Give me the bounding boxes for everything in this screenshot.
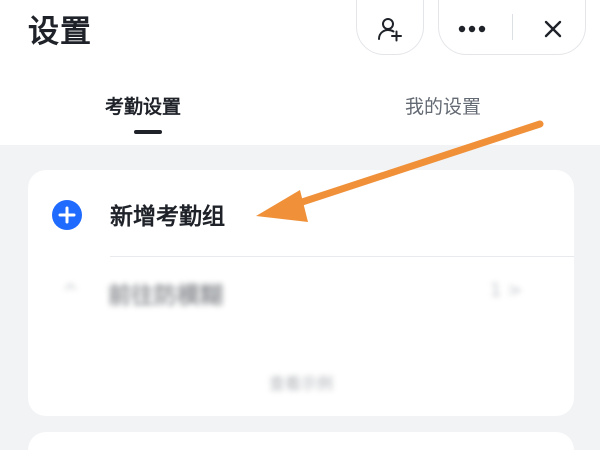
next-card: [28, 432, 574, 450]
blurred-item-label: 前往防模糊: [108, 283, 223, 309]
add-member-button[interactable]: [365, 9, 415, 49]
more-button[interactable]: [447, 9, 497, 49]
blurred-item-count: 1 >: [490, 280, 523, 301]
blurred-footer-link[interactable]: 查看示例: [28, 370, 574, 394]
settings-screen: 设置 考勤设置 我的设置 新增考勤组 ^ 前往防模糊 1 > 查看示例: [0, 0, 600, 450]
add-member-capsule: [356, 0, 424, 55]
more-dots-icon: [458, 25, 485, 33]
chevron-up-icon: ^: [62, 280, 79, 304]
capsule-divider: [511, 14, 513, 40]
close-button[interactable]: [528, 9, 578, 49]
add-person-icon: [378, 18, 402, 42]
add-attendance-group-row[interactable]: 新增考勤组: [28, 170, 574, 256]
tab-my-settings[interactable]: 我的设置: [405, 92, 481, 119]
active-tab-indicator: [134, 130, 162, 134]
blurred-list-item[interactable]: ^ 前往防模糊 1 >: [28, 260, 574, 330]
tab-attendance-settings[interactable]: 考勤设置: [105, 92, 181, 119]
add-attendance-group-label: 新增考勤组: [110, 204, 225, 230]
header: 设置 考勤设置 我的设置: [0, 0, 600, 145]
menu-capsule: [438, 0, 586, 55]
plus-circle-icon: [52, 200, 82, 230]
close-icon: [544, 20, 561, 38]
row-divider: [110, 256, 574, 257]
attendance-group-card: 新增考勤组 ^ 前往防模糊 1 > 查看示例: [28, 170, 574, 416]
page-title: 设置: [28, 14, 92, 50]
